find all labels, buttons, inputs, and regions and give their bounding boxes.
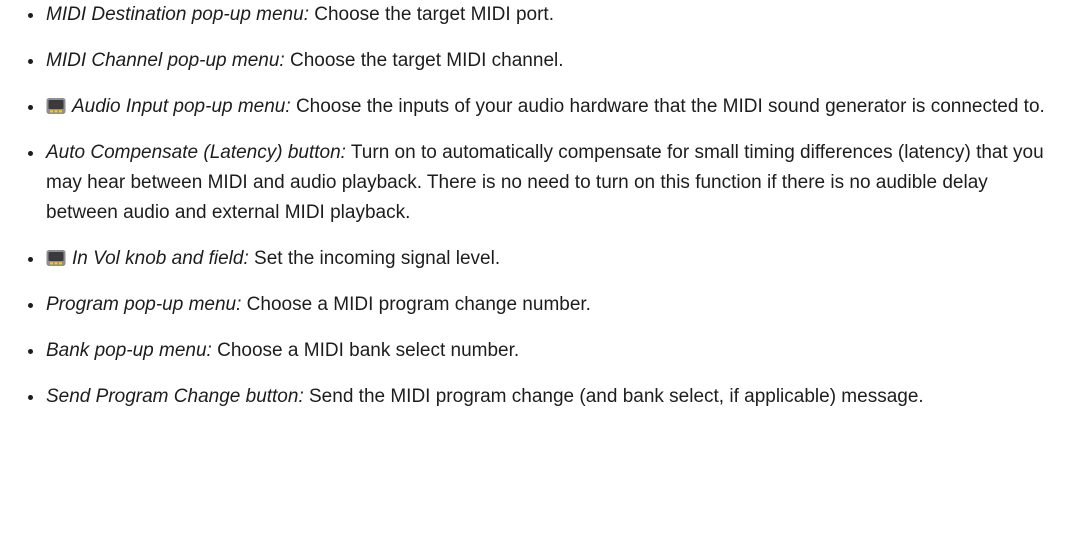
description: Choose the inputs of your audio hardware…	[290, 96, 1045, 117]
description: Choose a MIDI program change number.	[241, 294, 591, 315]
term: Bank pop-up menu:	[46, 340, 212, 361]
bullet-list: MIDI Destination pop-up menu: Choose the…	[28, 0, 1055, 412]
term: MIDI Channel pop-up menu:	[46, 50, 285, 71]
term: Send Program Change button:	[46, 386, 304, 407]
term: MIDI Destination pop-up menu:	[46, 4, 309, 25]
bullet-dot	[28, 59, 33, 64]
term: In Vol knob and field:	[72, 248, 249, 269]
bullet-dot	[28, 13, 33, 18]
bullet-dot	[28, 303, 33, 308]
description: Choose the target MIDI channel.	[284, 50, 564, 71]
list-item: MIDI Channel pop-up menu: Choose the tar…	[28, 46, 1055, 76]
term: Audio Input pop-up menu:	[72, 96, 291, 117]
bullet-dot	[28, 151, 33, 156]
list-item: In Vol knob and field: Set the incoming …	[28, 244, 1055, 274]
term: Program pop-up menu:	[46, 294, 242, 315]
bullet-dot	[28, 349, 33, 354]
description: Send the MIDI program change (and bank s…	[303, 386, 924, 407]
bullet-dot	[28, 395, 33, 400]
list-item: Send Program Change button: Send the MID…	[28, 382, 1055, 412]
list-item: Audio Input pop-up menu: Choose the inpu…	[28, 92, 1055, 122]
description: Choose a MIDI bank select number.	[211, 340, 520, 361]
list-item: Program pop-up menu: Choose a MIDI progr…	[28, 290, 1055, 320]
description: Set the incoming signal level.	[248, 248, 501, 269]
advanced-tools-icon	[46, 97, 66, 115]
bullet-dot	[28, 105, 33, 110]
list-item: MIDI Destination pop-up menu: Choose the…	[28, 0, 1055, 30]
list-item: Bank pop-up menu: Choose a MIDI bank sel…	[28, 336, 1055, 366]
description: Choose the target MIDI port.	[308, 4, 554, 25]
list-item: Auto Compensate (Latency) button: Turn o…	[28, 138, 1055, 228]
advanced-tools-icon	[46, 249, 66, 267]
bullet-dot	[28, 257, 33, 262]
document-body: MIDI Destination pop-up menu: Choose the…	[0, 0, 1075, 541]
term: Auto Compensate (Latency) button:	[46, 142, 346, 163]
